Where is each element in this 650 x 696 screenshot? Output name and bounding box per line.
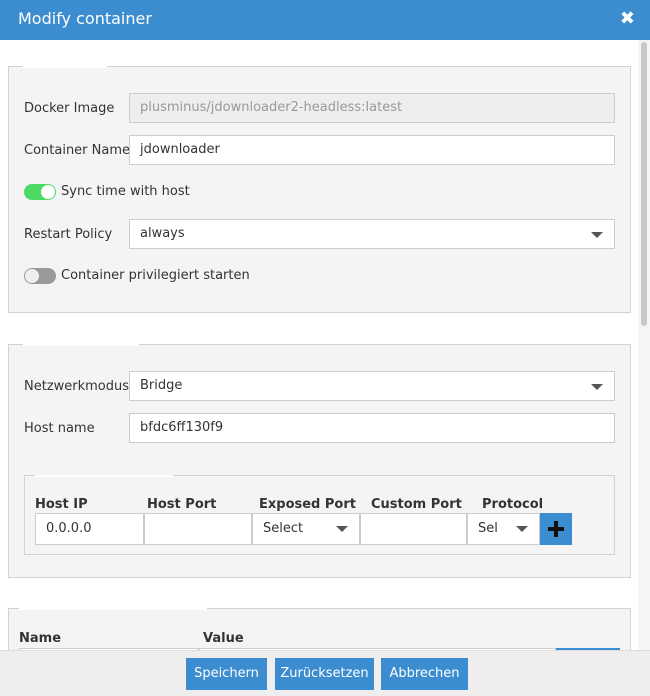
network-mode-label: Netzwerkmodus: [24, 379, 130, 394]
plus-icon: [548, 521, 564, 537]
add-port-button[interactable]: [540, 513, 572, 545]
sync-time-toggle[interactable]: [24, 184, 56, 200]
chevron-down-icon: [591, 232, 603, 238]
cancel-button[interactable]: Abbrechen: [381, 658, 468, 690]
host-ip-header: Host IP: [35, 497, 88, 512]
restart-policy-select[interactable]: always: [129, 219, 615, 249]
dialog-content: Docker Image plusminus/jdownloader2-head…: [0, 40, 638, 650]
hostname-label: Host name: [24, 421, 95, 436]
panel-legend-gap: [23, 344, 139, 346]
privileged-label: Container privilegiert starten: [61, 268, 250, 283]
scrollbar-thumb[interactable]: [641, 42, 647, 326]
vertical-scrollbar[interactable]: [638, 40, 650, 650]
sync-time-label: Sync time with host: [61, 184, 190, 199]
exposed-port-select[interactable]: Select: [252, 513, 360, 545]
network-mode-select[interactable]: Bridge: [129, 371, 615, 401]
protocol-select[interactable]: Sel: [467, 513, 540, 545]
general-panel: Docker Image plusminus/jdownloader2-head…: [8, 66, 631, 313]
dialog-titlebar: Modify container ✖: [0, 0, 650, 40]
host-port-input[interactable]: [144, 513, 252, 545]
protocol-header: Protocol: [482, 497, 544, 512]
save-button[interactable]: Speichern: [186, 658, 267, 690]
protocol-value: Sel: [478, 521, 498, 536]
restart-policy-value: always: [140, 226, 185, 241]
toggle-knob: [41, 185, 55, 199]
env-value-header: Value: [203, 631, 244, 646]
panel-legend-gap: [35, 475, 173, 477]
toggle-knob: [25, 269, 39, 283]
panel-legend-gap: [23, 66, 107, 68]
dialog-title: Modify container: [18, 9, 152, 28]
exposed-port-header: Exposed Port: [259, 497, 356, 512]
env-name-header: Name: [19, 631, 62, 646]
modify-container-dialog: Modify container ✖ Docker Image plusminu…: [0, 0, 650, 696]
port-mapping-panel: Host IP Host Port Exposed Port Custom Po…: [24, 475, 615, 555]
environment-panel: Name Value: [8, 608, 631, 650]
network-panel: Netzwerkmodus Bridge Host name bfdc6ff13…: [8, 344, 631, 578]
chevron-down-icon: [516, 526, 528, 532]
chevron-down-icon: [591, 384, 603, 390]
exposed-port-value: Select: [263, 521, 304, 536]
hostname-input[interactable]: bfdc6ff130f9: [129, 413, 615, 443]
host-ip-input[interactable]: 0.0.0.0: [35, 513, 144, 545]
host-port-header: Host Port: [147, 497, 217, 512]
docker-image-label: Docker Image: [24, 101, 115, 116]
reset-button[interactable]: Zurücksetzen: [275, 658, 374, 690]
panel-legend-gap: [19, 608, 207, 610]
custom-port-header: Custom Port: [371, 497, 462, 512]
network-mode-value: Bridge: [140, 378, 183, 393]
container-name-input[interactable]: jdownloader: [129, 135, 615, 165]
restart-policy-label: Restart Policy: [24, 227, 113, 242]
container-name-label: Container Name: [24, 143, 131, 158]
dialog-footer: Speichern Zurücksetzen Abbrechen: [0, 650, 650, 696]
chevron-down-icon: [336, 526, 348, 532]
custom-port-input[interactable]: [360, 513, 467, 545]
docker-image-field: plusminus/jdownloader2-headless:latest: [129, 93, 615, 123]
close-icon[interactable]: ✖: [620, 9, 635, 29]
privileged-toggle[interactable]: [24, 268, 56, 284]
